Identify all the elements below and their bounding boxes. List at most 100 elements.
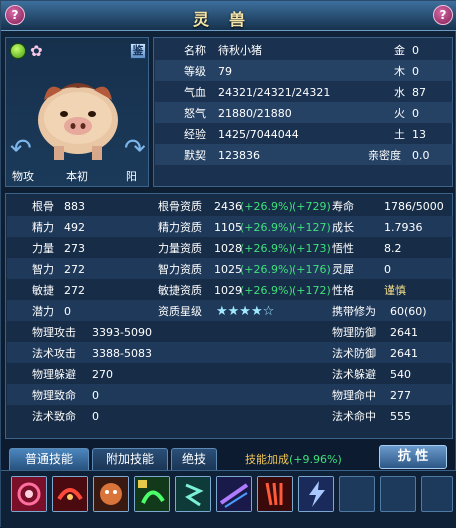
aptitude-bonus: (+172): [292, 284, 331, 297]
stat-row: 精力 492 精力资质 1105 (+26.9%) (+127) 成长 1.79…: [6, 217, 452, 238]
element-earth-value: 13: [412, 128, 426, 141]
skill-slot-9[interactable]: [339, 476, 375, 512]
carry-cultivation-value: 60(60): [390, 305, 427, 318]
skill-slot-1[interactable]: [11, 476, 47, 512]
skill-slot-4[interactable]: [134, 476, 170, 512]
potential-value: 0: [64, 305, 71, 318]
aptitude-percent: (+26.9%): [240, 221, 293, 234]
stat-value: 272: [64, 284, 85, 297]
stat-label: 精力: [32, 221, 54, 234]
combat-label: 法术防御: [332, 347, 376, 360]
stat-row: 敏捷 272 敏捷资质 1029 (+26.9%) (+172) 性格 谨慎: [6, 280, 452, 301]
tab-normal-skills[interactable]: 普通技能: [9, 448, 89, 470]
skill-slot-8[interactable]: [298, 476, 334, 512]
aptitude-label: 敏捷资质: [158, 284, 202, 297]
tab-ultimate-skills[interactable]: 绝技: [171, 448, 217, 470]
combat-label: 物理命中: [332, 389, 376, 402]
claw-skill-icon: [258, 477, 292, 511]
strike-skill-icon: [217, 477, 251, 511]
potential-row: 潜力 0 资质星级 ★★★★☆ 携带修为 60(60): [6, 301, 452, 322]
pig-pet-image: [38, 83, 118, 160]
stat-value: 272: [64, 263, 85, 276]
skill-bonus-label: 技能加成(+9.96%): [245, 453, 342, 466]
vortex-skill-icon: [12, 477, 46, 511]
stat-value: 273: [64, 242, 85, 255]
extra-label: 成长: [332, 221, 354, 234]
tab-extra-skills[interactable]: 附加技能: [92, 448, 168, 470]
combat-label: 物理攻击: [32, 326, 76, 339]
skill-bonus-value: (+9.96%): [289, 453, 342, 466]
smiley-icon[interactable]: [10, 43, 26, 59]
lightning-skill-icon: [299, 477, 333, 511]
carry-cultivation-label: 携带修为: [332, 305, 376, 318]
skill-slot-6[interactable]: [216, 476, 252, 512]
aptitude-bonus: (+127): [292, 221, 331, 234]
stat-label: 根骨: [32, 200, 54, 213]
skill-slot-10[interactable]: [380, 476, 416, 512]
aptitude-bonus: (+176): [292, 263, 331, 276]
skill-slot-11[interactable]: [421, 476, 453, 512]
extra-label: 寿命: [332, 200, 354, 213]
element-wood-label: 木: [394, 65, 405, 78]
bond-label: 默契: [184, 149, 206, 162]
aptitude-percent: (+26.9%): [240, 200, 293, 213]
aptitude-label: 精力资质: [158, 221, 202, 234]
aptitude-percent: (+26.9%): [240, 263, 293, 276]
title-bar: ? 灵兽 ?: [1, 1, 456, 31]
rotate-left-arrow-icon[interactable]: ↶: [10, 134, 32, 164]
skill-slot-3[interactable]: [93, 476, 129, 512]
hp-label: 气血: [184, 86, 206, 99]
combat-label: 法术致命: [32, 410, 76, 423]
pet-portrait-panel: ✿ 鉴 ↶ ↷ 物攻 本初 阳: [5, 37, 149, 187]
aptitude-label: 智力资质: [158, 263, 202, 276]
aptitude-label: 根骨资质: [158, 200, 202, 213]
rotate-right-arrow-icon[interactable]: ↷: [124, 134, 146, 164]
combat-label: 法术攻击: [32, 347, 76, 360]
combat-value: 277: [390, 389, 411, 402]
personality-value: 谨慎: [384, 284, 406, 297]
element-metal-value: 0: [412, 44, 419, 57]
aptitude-value: 1105: [214, 221, 242, 234]
level-value: 79: [218, 65, 232, 78]
name-value: 待秋小猪: [218, 44, 262, 57]
intimacy-value: 0.0: [412, 149, 430, 162]
combat-row: 物理致命 0 物理命中 277: [6, 385, 452, 406]
combat-value: 0: [92, 389, 99, 402]
resistance-button[interactable]: 抗 性: [379, 445, 447, 469]
fire-ring-skill-icon: [53, 477, 87, 511]
extra-label: 悟性: [332, 242, 354, 255]
skill-slot-5[interactable]: [175, 476, 211, 512]
pet-polarity: 阳: [126, 170, 137, 183]
combat-label: 物理致命: [32, 389, 76, 402]
extra-value: 8.2: [384, 242, 402, 255]
rage-value: 21880/21880: [218, 107, 292, 120]
element-fire-value: 0: [412, 107, 419, 120]
skill-slot-2[interactable]: [52, 476, 88, 512]
flower-icon[interactable]: ✿: [30, 42, 43, 60]
stat-label: 力量: [32, 242, 54, 255]
level-label: 等级: [184, 65, 206, 78]
stat-label: 敏捷: [32, 284, 54, 297]
stat-row: 智力 272 智力资质 1025 (+26.9%) (+176) 灵犀 0: [6, 259, 452, 280]
aptitude-value: 2436: [214, 200, 242, 213]
aptitude-star-label: 资质星级: [158, 305, 202, 318]
help-button-right[interactable]: ?: [433, 5, 453, 25]
combat-value: 2641: [390, 347, 418, 360]
element-metal-label: 金: [394, 44, 405, 57]
combat-row: 物理躲避 270 法术躲避 540: [6, 364, 452, 385]
exp-label: 经验: [184, 128, 206, 141]
skill-slot-7[interactable]: [257, 476, 293, 512]
pet-info-panel: 名称 待秋小猪 金 0 等级 79 木 0 气血 24321/24321/243…: [153, 37, 453, 187]
aptitude-value: 1025: [214, 263, 242, 276]
element-fire-label: 火: [394, 107, 405, 120]
pet-attack-type: 物攻: [12, 170, 34, 183]
lock-skill-icon: [135, 477, 169, 511]
pet-stats-panel: 根骨 883 根骨资质 2436 (+26.9%) (+729) 寿命 1786…: [5, 193, 453, 439]
appraise-button[interactable]: 鉴: [130, 43, 146, 59]
combat-value: 0: [92, 410, 99, 423]
pet-origin: 本初: [66, 170, 88, 183]
aptitude-percent: (+26.9%): [240, 284, 293, 297]
combat-label: 法术躲避: [332, 368, 376, 381]
aptitude-percent: (+26.9%): [240, 242, 293, 255]
aptitude-stars: ★★★★☆: [216, 304, 275, 319]
